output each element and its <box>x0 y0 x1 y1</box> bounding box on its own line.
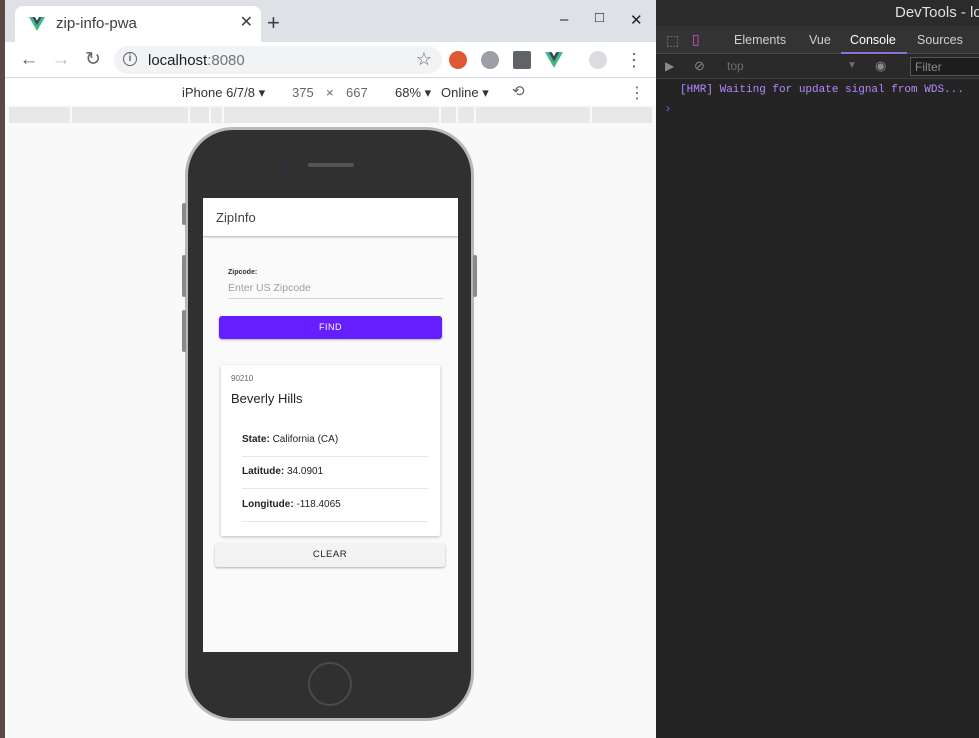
front-camera <box>284 162 290 168</box>
close-window-icon[interactable]: ✕ <box>630 11 643 29</box>
volume-down-button <box>182 310 186 352</box>
device-toggle-icon[interactable]: ▯ <box>692 31 700 48</box>
input-underline <box>228 298 443 299</box>
devtools-titlebar: DevTools - lo <box>656 0 979 26</box>
sidebar-toggle-icon[interactable]: ▶ <box>665 59 674 73</box>
info-icon[interactable]: i <box>123 52 137 66</box>
vue-logo-icon <box>29 17 45 31</box>
console-toolbar: ▶ ⊘ top ▼ ◉ <box>656 55 979 79</box>
context-select[interactable]: top <box>727 59 744 73</box>
media-query-segment[interactable] <box>222 107 224 123</box>
clear-console-icon[interactable]: ⊘ <box>694 58 705 74</box>
zoom-select[interactable]: 68% ▾ <box>395 85 431 101</box>
device-width[interactable]: 375 <box>292 85 314 100</box>
profile-avatar-icon[interactable] <box>589 51 607 69</box>
times-symbol: × <box>326 85 334 100</box>
media-query-segment[interactable] <box>70 107 72 123</box>
device-select[interactable]: iPhone 6/7/8 ▾ <box>182 85 265 101</box>
result-city: Beverly Hills <box>231 391 303 406</box>
media-query-segment[interactable] <box>456 107 458 123</box>
tab-sources[interactable]: Sources <box>917 33 963 47</box>
ghostery-icon[interactable] <box>481 51 499 69</box>
divider <box>242 521 428 522</box>
console-prompt[interactable]: › <box>666 101 670 115</box>
console-message: [HMR] Waiting for update signal from WDS… <box>680 84 964 96</box>
app-bar: ZipInfo <box>203 198 458 236</box>
silent-switch <box>182 203 186 225</box>
address-bar[interactable]: i localhost:8080 ☆ <box>114 46 442 74</box>
devtools-title: DevTools - lo <box>895 4 979 21</box>
live-expression-eye-icon[interactable]: ◉ <box>875 58 886 74</box>
media-query-segment[interactable] <box>209 107 211 123</box>
bookmark-star-icon[interactable]: ☆ <box>416 49 432 70</box>
devtools-panel: DevTools - lo ⬚ ▯ Elements Vue Console S… <box>656 0 979 738</box>
latitude-row: Latitude: 34.0901 <box>242 466 324 477</box>
device-frame: ZipInfo Zipcode: FIND 90210 Beverly Hill… <box>182 127 477 721</box>
divider <box>242 488 428 489</box>
zipcode-label: Zipcode: <box>228 269 258 276</box>
divider <box>242 456 428 457</box>
power-button <box>473 255 477 297</box>
tab-strip: zip-info-pwa ✕ + – □ ✕ <box>5 0 656 42</box>
vue-devtools-icon[interactable] <box>545 51 563 69</box>
close-tab-icon[interactable]: ✕ <box>240 14 253 32</box>
maximize-icon[interactable]: □ <box>595 9 604 26</box>
browser-menu-icon[interactable]: ⋮ <box>625 51 643 69</box>
earpiece-speaker <box>308 163 354 167</box>
tab-console[interactable]: Console <box>850 33 896 47</box>
volume-up-button <box>182 255 186 297</box>
devtools-tabbar: ⬚ ▯ Elements Vue Console Sources <box>656 26 979 54</box>
url-text: localhost:8080 <box>148 52 245 69</box>
browser-window: zip-info-pwa ✕ + – □ ✕ ← → ↻ i localhost… <box>5 0 656 738</box>
reload-icon[interactable]: ↻ <box>82 49 104 71</box>
result-card: 90210 Beverly Hills State: California (C… <box>221 365 440 536</box>
tab-title: zip-info-pwa <box>56 15 137 32</box>
tab-vue[interactable]: Vue <box>809 33 831 47</box>
app-screen: ZipInfo Zipcode: FIND 90210 Beverly Hill… <box>203 198 458 652</box>
new-tab-icon[interactable]: + <box>267 12 280 34</box>
state-row: State: California (CA) <box>242 434 339 445</box>
forward-icon[interactable]: → <box>50 49 72 71</box>
ublock-icon[interactable] <box>513 51 531 69</box>
longitude-row: Longitude: -118.4065 <box>242 499 341 510</box>
media-query-bar <box>9 107 652 123</box>
console-filter-input[interactable] <box>910 57 979 76</box>
rotate-icon[interactable]: ⟲ <box>512 82 525 100</box>
context-dropdown-icon[interactable]: ▼ <box>847 60 857 71</box>
network-throttle-select[interactable]: Online ▾ <box>441 85 489 101</box>
device-toolbar: iPhone 6/7/8 ▾ 375 × 667 68% ▾ Online ▾ … <box>5 79 656 105</box>
tab-elements[interactable]: Elements <box>734 33 786 47</box>
browser-tab[interactable]: zip-info-pwa ✕ <box>15 6 261 42</box>
clear-button[interactable]: CLEAR <box>215 543 445 567</box>
minimize-icon[interactable]: – <box>560 11 568 28</box>
media-query-segment[interactable] <box>188 107 190 123</box>
result-zipcode: 90210 <box>231 374 254 383</box>
active-tab-indicator <box>841 52 907 54</box>
media-query-segment[interactable] <box>474 107 476 123</box>
media-query-segment[interactable] <box>439 107 441 123</box>
duckduckgo-icon[interactable] <box>449 51 467 69</box>
zipcode-input[interactable] <box>228 280 443 296</box>
home-button[interactable] <box>308 662 352 706</box>
device-height[interactable]: 667 <box>346 85 368 100</box>
back-icon[interactable]: ← <box>18 49 40 71</box>
inspect-element-icon[interactable]: ⬚ <box>666 32 679 49</box>
app-title: ZipInfo <box>216 210 256 225</box>
device-menu-icon[interactable]: ⋮ <box>629 83 645 103</box>
find-button[interactable]: FIND <box>219 316 442 339</box>
browser-toolbar: ← → ↻ i localhost:8080 ☆ ⋮ <box>5 42 656 78</box>
media-query-segment[interactable] <box>590 107 592 123</box>
